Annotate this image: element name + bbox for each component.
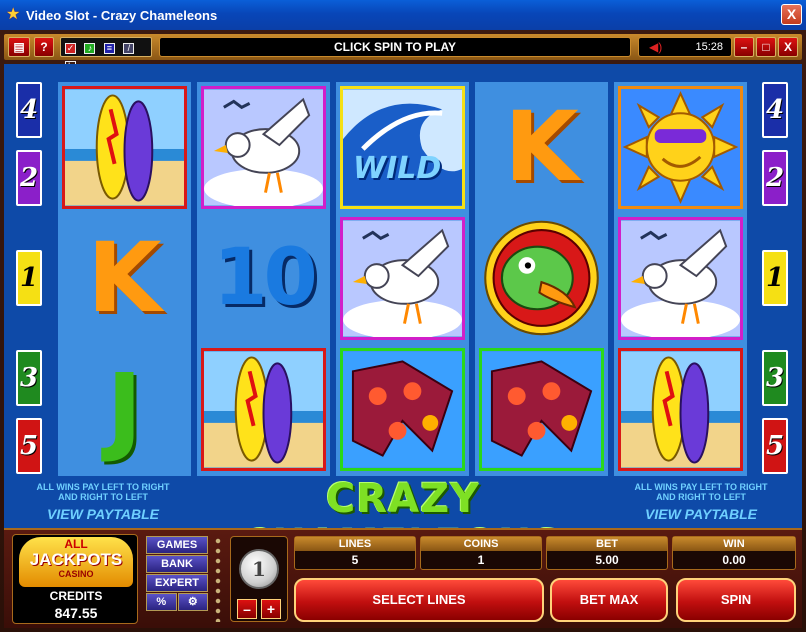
speaker-icon[interactable]: ◀) [649,38,662,56]
wild-text: WILD [353,151,442,186]
symbol-wild: WILD [340,86,465,209]
symbol-seagull [340,217,465,340]
lines-display: LINES 5 [294,536,416,570]
window-title: Video Slot - Crazy Chameleons [26,8,218,23]
symbol-surfboards [201,348,326,471]
view-paytable-link-right[interactable]: VIEW PAYTABLE [606,506,796,522]
status-message: CLICK SPIN TO PLAY [159,37,631,57]
symbol-k: K [87,222,162,334]
line-marker-right-3[interactable]: 3 [762,350,788,406]
coin-plus-button[interactable]: + [261,599,281,619]
line-marker-left-2[interactable]: 2 [16,150,42,206]
settings-icon[interactable]: ≡ [103,43,115,54]
symbol-10: 10 [213,233,318,323]
coin-value[interactable]: 1 [239,549,279,589]
game-frame: ▤ ? ✓ ♪ ≡ / L CLICK SPIN TO PLAY ◀) 15:2… [0,30,806,632]
control-panel: ALL JACKPOTS CASINO CREDITS 847.55 GAMES… [4,528,802,628]
stripes-icon[interactable]: / [123,43,135,54]
sound-icon[interactable]: ♪ [84,43,96,54]
bet-max-button[interactable]: BET MAX [550,578,668,622]
close-game-button[interactable]: X [778,37,798,57]
surfboards-icon [204,351,323,468]
view-paytable-link-left[interactable]: VIEW PAYTABLE [8,506,198,522]
reels: K J 10 WILD K [58,82,747,476]
casino-logo: ALL JACKPOTS CASINO CREDITS 847.55 [12,534,138,624]
game-toolbar: ▤ ? ✓ ♪ ≡ / L CLICK SPIN TO PLAY ◀) 15:2… [4,34,802,72]
window-close-button[interactable]: X [781,4,802,25]
symbol-chameleon [479,217,604,340]
symbol-sun [618,86,743,209]
line-marker-left-1[interactable]: 1 [16,250,42,306]
seagull-icon [204,89,323,209]
minimize-button[interactable]: – [734,37,754,57]
clock-time: 15:28 [695,41,723,53]
reel-3: WILD [336,82,469,476]
symbol-seagull [201,86,326,209]
line-marker-right-2[interactable]: 2 [762,150,788,206]
symbol-k: K [504,91,579,203]
games-button[interactable]: GAMES [146,536,208,554]
checkbox-icon[interactable]: ✓ [65,43,76,54]
line-marker-left-4[interactable]: 4 [16,82,42,138]
maximize-button[interactable]: □ [756,37,776,57]
history-icon[interactable]: ▤ [8,37,30,57]
clock-box: ◀) 15:28 [638,37,732,57]
wave-icon [343,89,462,206]
options-icons: ✓ ♪ ≡ / L [60,37,152,72]
percent-button[interactable]: % [146,593,177,611]
line-marker-left-3[interactable]: 3 [16,350,42,406]
line-marker-right-4[interactable]: 4 [762,82,788,138]
sun-icon [621,89,740,206]
reel-4: K [475,82,608,476]
credits-label: CREDITS [49,589,103,603]
coins-display: COINS 1 [420,536,542,570]
expert-button[interactable]: EXPERT [146,574,208,592]
select-lines-button[interactable]: SELECT LINES [294,578,544,622]
symbol-shorts [479,348,604,471]
symbol-shorts [340,348,465,471]
decorative-dots [214,536,222,622]
seagull-icon [621,220,740,340]
bank-button[interactable]: BANK [146,555,208,573]
reel-1: K J [58,82,191,476]
menu-buttons: GAMES BANK EXPERT % ⚙ [146,536,208,612]
pay-direction-note-left: All wins pay left to right and right to … [36,482,170,502]
surfboards-icon [65,89,184,206]
line-marker-left-5[interactable]: 5 [16,418,42,474]
shorts-icon [343,351,462,468]
win-display: WIN 0.00 [672,536,796,570]
reel-5 [614,82,747,476]
star-icon: ★ [6,6,21,23]
spin-button[interactable]: SPIN [676,578,796,622]
reel-2: 10 [197,82,330,476]
pay-direction-note-right: All wins pay left to right and right to … [634,482,768,502]
chameleon-icon [484,220,599,336]
help-button[interactable]: ? [34,37,54,57]
gear-icon[interactable]: ⚙ [177,593,208,611]
symbol-surfboards [62,86,187,209]
line-marker-right-1[interactable]: 1 [762,250,788,306]
line-marker-right-5[interactable]: 5 [762,418,788,474]
symbol-seagull [618,217,743,340]
coin-minus-button[interactable]: – [237,599,257,619]
window-titlebar: ★ Video Slot - Crazy Chameleons X [0,0,806,30]
surfboards-icon [621,351,740,468]
bet-display: BET 5.00 [546,536,668,570]
credits-value: 847.55 [54,605,98,621]
shorts-icon [482,351,601,468]
seagull-icon [343,220,462,340]
symbol-surfboards [618,348,743,471]
coin-selector: 1 – + [230,536,288,622]
symbol-j: J [106,353,143,465]
